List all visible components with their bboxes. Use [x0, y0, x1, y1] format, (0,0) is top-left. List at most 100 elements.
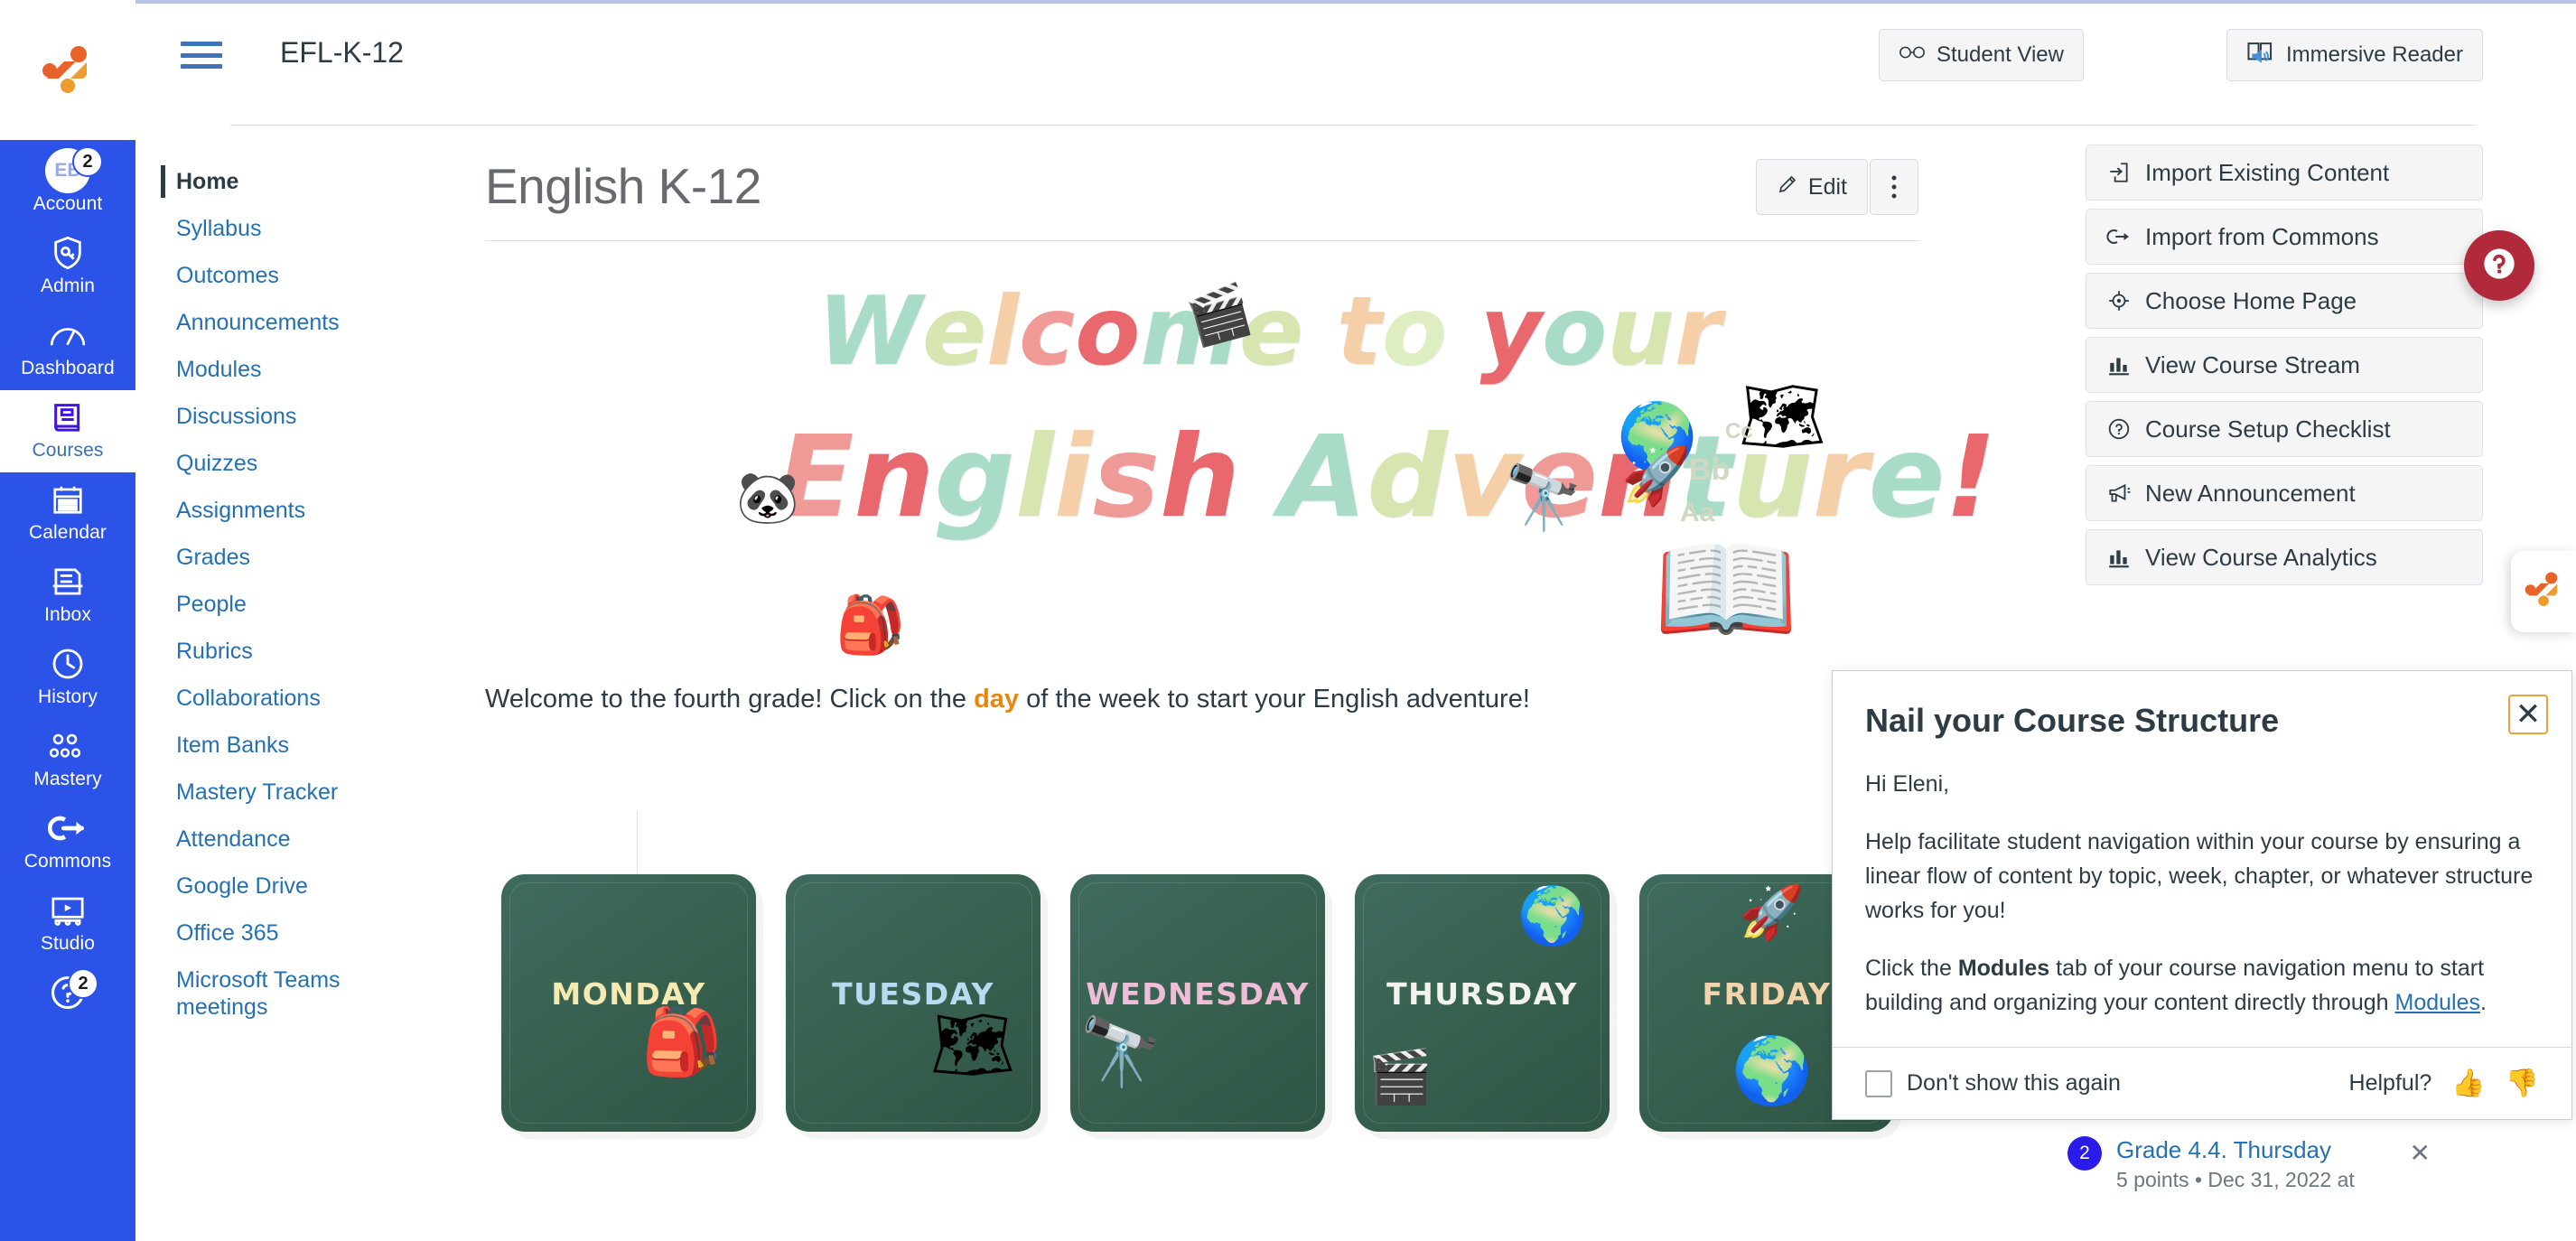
- hamburger-icon[interactable]: [181, 38, 222, 72]
- todo-item-link[interactable]: Grade 4.4. Thursday: [2116, 1136, 2331, 1163]
- sidebar-button-course-setup-checklist[interactable]: Course Setup Checklist: [2086, 401, 2483, 457]
- dont-show-again-checkbox[interactable]: Don't show this again: [1865, 1069, 2121, 1097]
- rocket-icon: 🚀: [1739, 883, 1805, 942]
- sidebar-button-label: View Course Analytics: [2145, 543, 2377, 571]
- popup-title: Nail your Course Structure: [1865, 702, 2280, 739]
- canvas-flyout-tab[interactable]: [2511, 551, 2576, 632]
- globe-icon: 🌍: [1517, 885, 1588, 947]
- question-mark-icon: [2481, 246, 2517, 286]
- global-nav-label-studio: Studio: [40, 933, 96, 954]
- course-nav-item-syllabus[interactable]: Syllabus: [135, 205, 447, 252]
- banner-line-1-letter: y: [1479, 276, 1542, 387]
- course-nav-item-announcements[interactable]: Announcements: [135, 299, 447, 346]
- import-file-icon: [2105, 161, 2133, 184]
- sidebar-button-view-course-analytics[interactable]: View Course Analytics: [2086, 529, 2483, 585]
- day-card-label: WEDNESDAY: [1086, 976, 1310, 1012]
- student-view-button[interactable]: Student View: [1879, 29, 2084, 81]
- day-card-thursday[interactable]: THURSDAY 🎬 🌍: [1355, 874, 1610, 1132]
- course-nav-item-attendance[interactable]: Attendance: [135, 816, 447, 863]
- banner-line-1-letter: [1303, 276, 1337, 387]
- mastery-nodes-icon: [49, 727, 87, 765]
- course-nav-item-item-banks[interactable]: Item Banks: [135, 722, 447, 769]
- day-card-tuesday[interactable]: TUESDAY 🗺: [786, 874, 1041, 1132]
- global-nav-item-mastery[interactable]: Mastery: [0, 719, 135, 801]
- course-nav-item-people[interactable]: People: [135, 581, 447, 628]
- course-nav-item-collaborations[interactable]: Collaborations: [135, 675, 447, 722]
- banner-line-2-letter: e: [1868, 412, 1946, 543]
- course-nav-item-google-drive[interactable]: Google Drive: [135, 863, 447, 910]
- kebab-menu-icon[interactable]: [1870, 159, 1918, 215]
- day-card-label: THURSDAY: [1386, 976, 1578, 1012]
- course-nav-item-assignments[interactable]: Assignments: [135, 487, 447, 534]
- checkbox-box[interactable]: [1865, 1069, 1892, 1097]
- immersive-reader-button[interactable]: Immersive Reader: [2226, 29, 2483, 81]
- global-nav-item-calendar[interactable]: Calendar: [0, 472, 135, 555]
- sidebar-button-choose-home-page[interactable]: Choose Home Page: [2086, 273, 2483, 329]
- banner-line-1-letter: o: [1542, 276, 1608, 387]
- banner-line-1-letter: o: [1075, 276, 1141, 387]
- sidebar-button-import-existing-content[interactable]: Import Existing Content: [2086, 145, 2483, 201]
- thumbs-up-icon[interactable]: 👍: [2451, 1068, 2485, 1099]
- banner-line-1-letter: [1447, 276, 1480, 387]
- banner-line-1-letter: c: [1019, 276, 1076, 387]
- commons-arrow-icon: [2105, 227, 2133, 247]
- global-nav-item-account[interactable]: EB 2 Account: [0, 144, 135, 226]
- global-nav-item-history[interactable]: History: [0, 637, 135, 719]
- banner-line-2-letter: n: [854, 412, 935, 543]
- edit-label: Edit: [1807, 173, 1847, 200]
- course-nav-item-modules[interactable]: Modules: [135, 346, 447, 393]
- banner-line-1-letter: e: [921, 276, 987, 387]
- global-nav-label-calendar: Calendar: [28, 522, 107, 543]
- course-nav-item-outcomes[interactable]: Outcomes: [135, 252, 447, 299]
- course-nav-item-mastery-tracker[interactable]: Mastery Tracker: [135, 769, 447, 816]
- clapperboard-icon: 🎬: [1367, 1048, 1433, 1106]
- course-nav-item-office-365[interactable]: Office 365: [135, 910, 447, 956]
- sidebar-button-import-from-commons[interactable]: Import from Commons: [2086, 209, 2483, 265]
- global-nav-item-courses[interactable]: Courses: [0, 390, 135, 472]
- global-nav-item-admin[interactable]: Admin: [0, 226, 135, 308]
- global-nav-item-help[interactable]: 2: [0, 966, 135, 1012]
- global-nav-label-inbox: Inbox: [44, 604, 91, 625]
- thumbs-down-icon[interactable]: 👎: [2506, 1068, 2539, 1099]
- global-nav-item-commons[interactable]: Commons: [0, 801, 135, 883]
- telescope-icon: 🔭: [1079, 1014, 1163, 1089]
- letters-cc-icon: Cc: [1725, 419, 1753, 443]
- course-nav-item-quizzes[interactable]: Quizzes: [135, 440, 447, 487]
- popup-modules-link[interactable]: Modules: [2395, 990, 2481, 1015]
- day-card-wednesday[interactable]: WEDNESDAY 🔭: [1070, 874, 1325, 1132]
- popup-paragraph-2: Click the Modules tab of your course nav…: [1865, 951, 2539, 1020]
- helpful-label: Helpful?: [2348, 1070, 2432, 1096]
- global-nav-item-studio[interactable]: Studio: [0, 883, 135, 966]
- map-icon: 🗺: [930, 1007, 1015, 1082]
- letters-aa-icon: Aa: [1680, 498, 1715, 527]
- sidebar-button-view-course-stream[interactable]: View Course Stream: [2086, 337, 2483, 393]
- welcome-before: Welcome to the fourth grade! Click on th…: [485, 685, 975, 714]
- canvas-logo-icon[interactable]: [0, 0, 135, 140]
- list-item[interactable]: 2 Grade 4.4. Thursday 5 points • Dec 31,…: [2067, 1134, 2483, 1194]
- letters-bb-icon: Bb: [1689, 453, 1731, 487]
- course-nav-item-grades[interactable]: Grades: [135, 534, 447, 581]
- sidebar-button-new-announcement[interactable]: New Announcement: [2086, 465, 2483, 521]
- course-nav-item-home[interactable]: Home: [135, 158, 447, 205]
- bar-chart-icon: [2105, 546, 2133, 568]
- backpack-icon: 🎒: [835, 594, 906, 657]
- sidebar-button-label: View Course Stream: [2145, 350, 2360, 378]
- sidebar-button-label: New Announcement: [2145, 479, 2356, 507]
- global-nav-item-inbox[interactable]: Inbox: [0, 555, 135, 637]
- day-card-monday[interactable]: MONDAY 🎒: [501, 874, 756, 1132]
- course-nav-item-microsoft-teams-meetings[interactable]: Microsoft Teams meetings: [135, 956, 361, 1031]
- help-fab-button[interactable]: [2464, 230, 2534, 301]
- edit-button[interactable]: Edit: [1755, 159, 1868, 215]
- close-icon[interactable]: ✕: [2410, 1138, 2431, 1168]
- welcome-after: of the week to start your English advent…: [1019, 685, 1530, 714]
- sidebar-button-label: Import Existing Content: [2145, 158, 2390, 186]
- sidebar-button-label: Import from Commons: [2145, 222, 2379, 250]
- help-badge: 2: [68, 968, 98, 999]
- popup-paragraph-1: Help facilitate student navigation withi…: [1865, 829, 2534, 923]
- global-nav-item-dashboard[interactable]: Dashboard: [0, 308, 135, 390]
- course-nav-item-discussions[interactable]: Discussions: [135, 393, 447, 440]
- close-icon[interactable]: ✕: [2508, 695, 2548, 734]
- course-nav-item-rubrics[interactable]: Rubrics: [135, 628, 447, 675]
- banner-line-1-letter: r: [1674, 276, 1722, 387]
- course-code-label: EFL-K-12: [280, 36, 404, 69]
